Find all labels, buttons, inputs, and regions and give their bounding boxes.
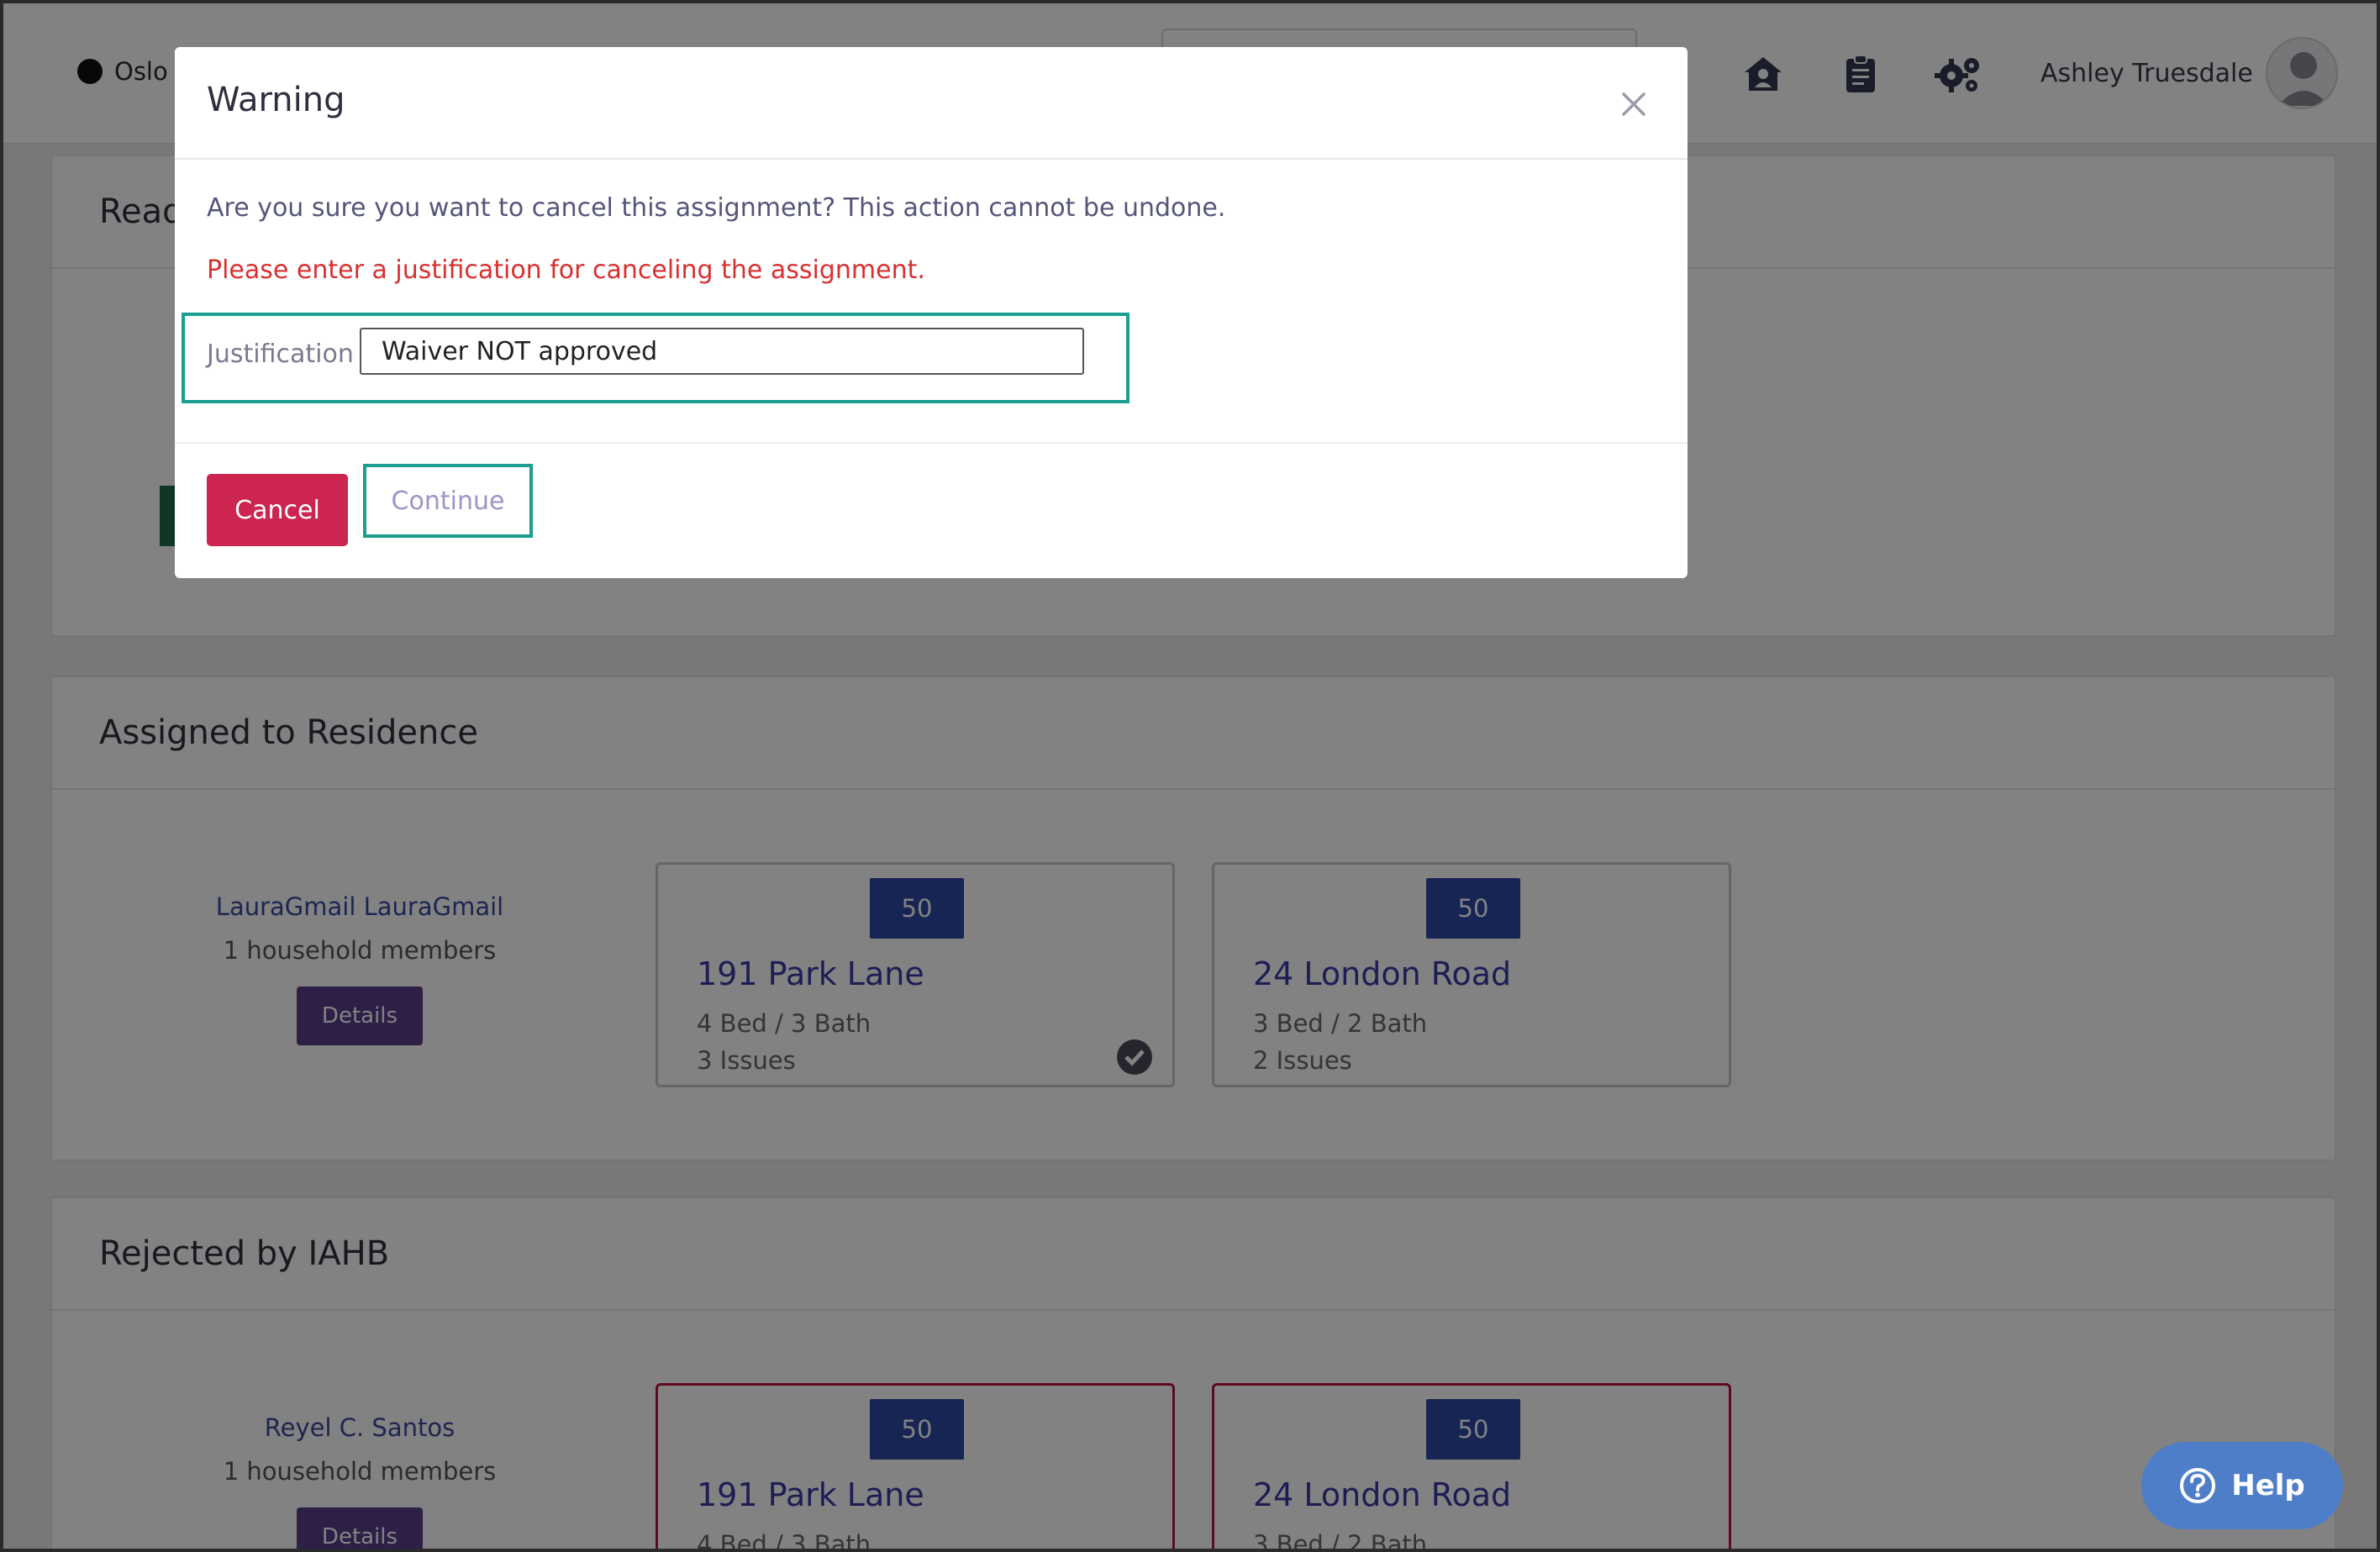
help-button[interactable]: Help: [2141, 1442, 2343, 1529]
justification-group: Justification: [182, 313, 1129, 403]
validation-error: Please enter a justification for canceli…: [207, 255, 925, 285]
modal-header: Warning: [175, 47, 1688, 160]
justification-input[interactable]: [360, 328, 1084, 375]
cancel-button[interactable]: Cancel: [207, 474, 348, 546]
close-icon[interactable]: [1619, 89, 1649, 119]
warning-dialog: Warning Are you sure you want to cancel …: [175, 47, 1688, 578]
confirm-message: Are you sure you want to cancel this ass…: [207, 193, 1226, 223]
question-circle-icon: [2180, 1468, 2216, 1503]
continue-button[interactable]: Continue: [363, 464, 533, 538]
justification-label: Justification: [207, 339, 354, 369]
app-page: Oslo Ashley Truesdale Read Assigned to R…: [0, 0, 2380, 1552]
modal-divider: [175, 442, 1688, 444]
help-label: Help: [2231, 1469, 2305, 1502]
modal-title: Warning: [207, 81, 345, 119]
